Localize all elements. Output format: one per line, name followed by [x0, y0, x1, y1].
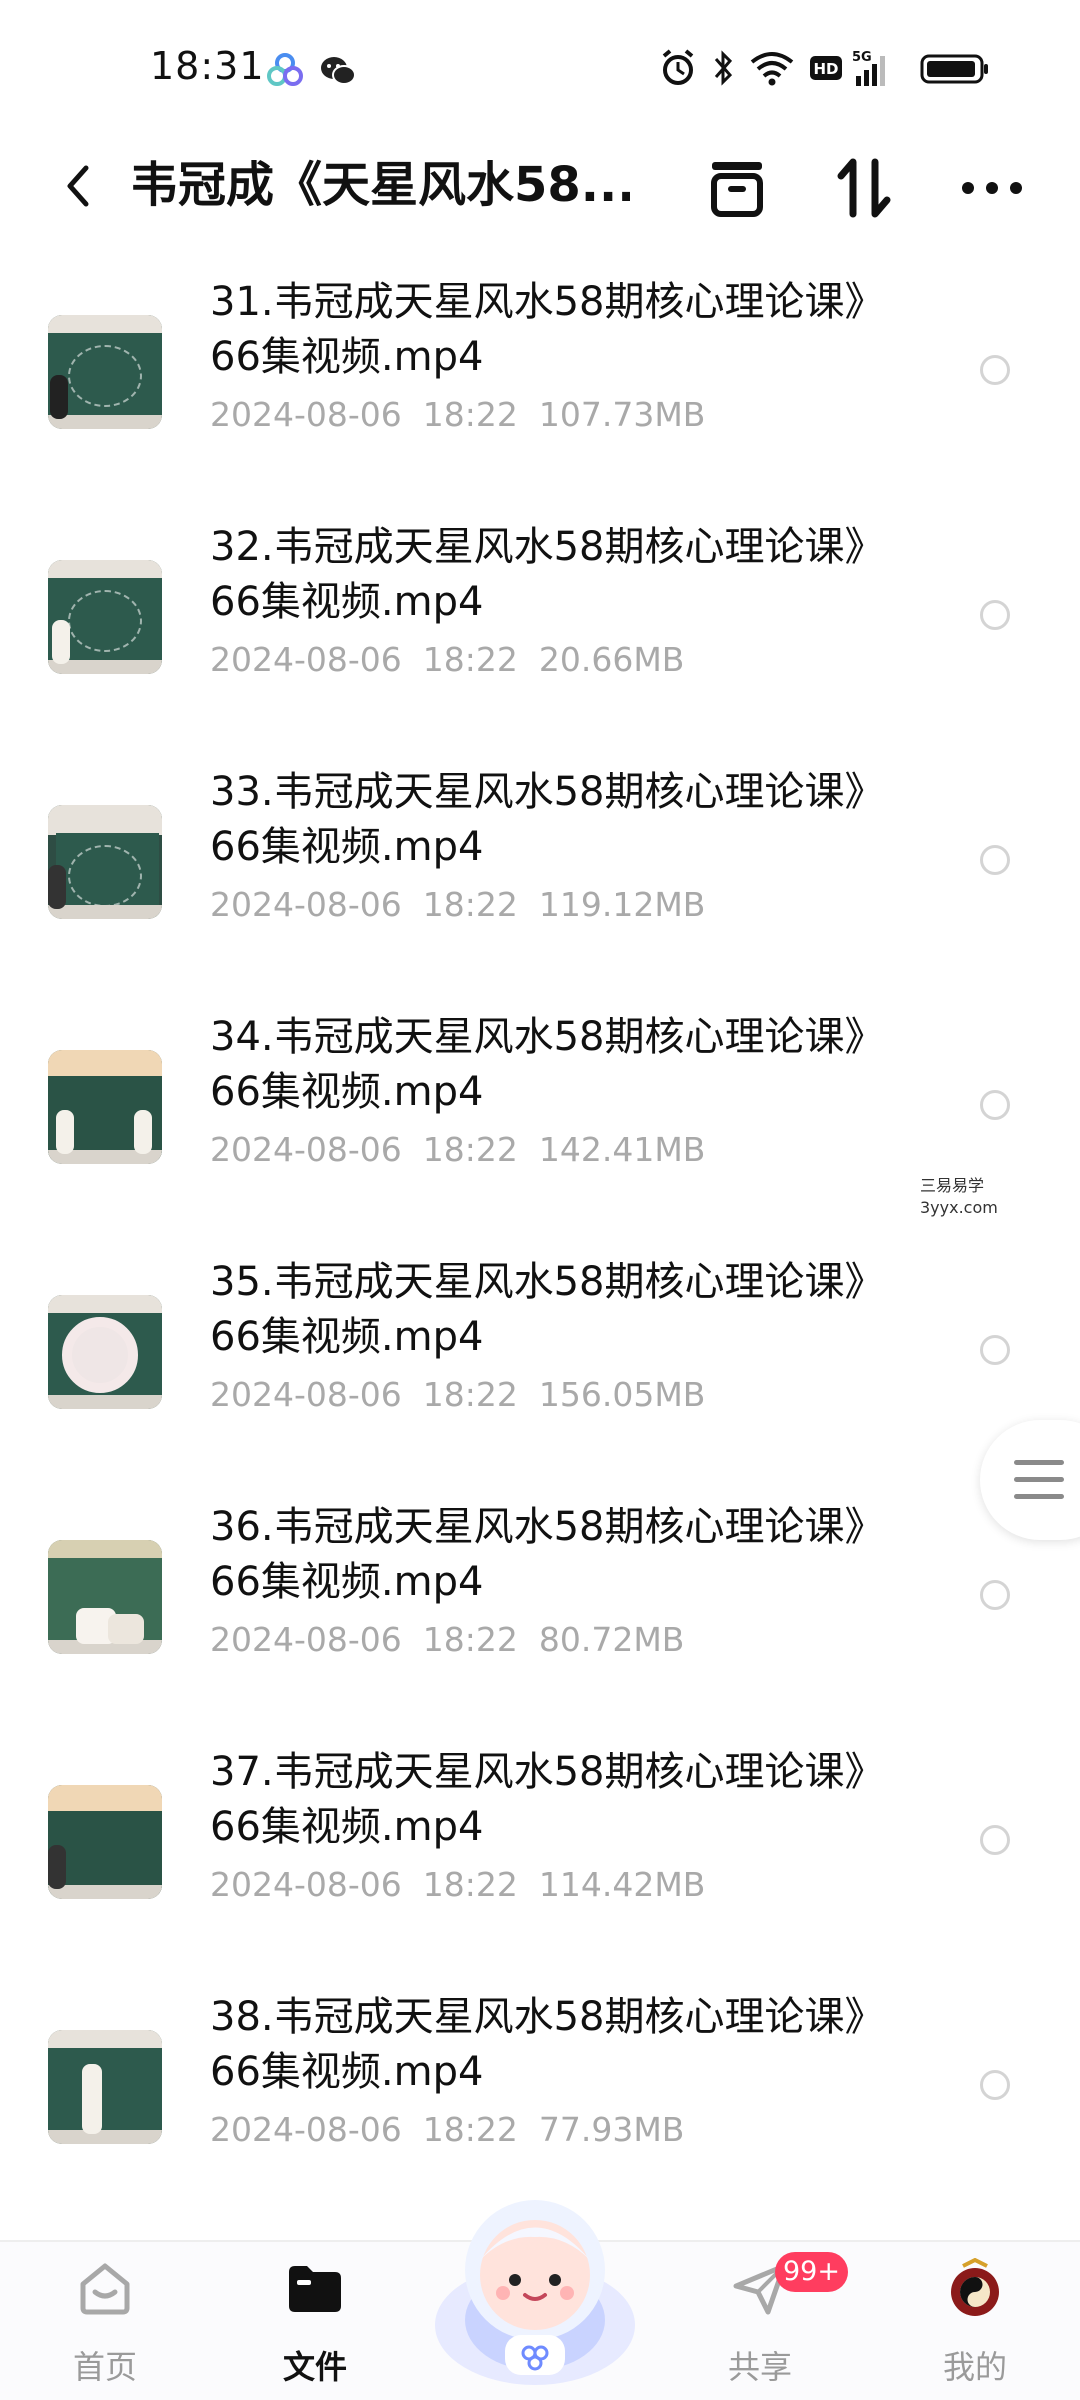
- more-icon[interactable]: [952, 148, 1032, 228]
- list-item[interactable]: 33.韦冠成天星风水58期核心理论课》66集视频.mp4 2024-08-06 …: [0, 745, 1080, 990]
- mascot-icon[interactable]: [425, 2175, 645, 2395]
- video-thumbnail: [48, 805, 162, 919]
- nav-files[interactable]: 文件: [235, 2242, 395, 2400]
- file-name: 33.韦冠成天星风水58期核心理论课》66集视频.mp4: [210, 769, 885, 870]
- select-radio[interactable]: [980, 1090, 1010, 1120]
- alarm-icon: [662, 49, 694, 85]
- bluetooth-icon: [714, 50, 733, 86]
- wechat-icon: [321, 57, 356, 85]
- nav-label: 文件: [282, 2348, 347, 2386]
- folder-icon: [289, 2266, 341, 2312]
- file-name: 36.韦冠成天星风水58期核心理论课》66集视频.mp4: [210, 1504, 885, 1605]
- svg-text:5G: 5G: [852, 50, 872, 65]
- file-meta: 2024-08-06 18:22 114.42MB: [210, 1865, 706, 1904]
- page-title: 韦冠成《天星风水58...: [130, 157, 630, 213]
- header: 韦冠成《天星风水58...: [0, 130, 1080, 250]
- file-meta: 2024-08-06 18:22 119.12MB: [210, 885, 706, 924]
- video-thumbnail: [48, 1540, 162, 1654]
- file-meta: 2024-08-06 18:22 77.93MB: [210, 2110, 685, 2149]
- svg-text:HD: HD: [813, 60, 838, 78]
- avatar-icon: [951, 2258, 999, 2316]
- file-name: 38.韦冠成天星风水58期核心理论课》66集视频.mp4: [210, 1994, 885, 2095]
- select-radio[interactable]: [980, 1335, 1010, 1365]
- nav-share[interactable]: 99+ 共享: [680, 2242, 848, 2400]
- select-radio[interactable]: [980, 355, 1010, 385]
- wifi-icon: [750, 52, 794, 86]
- file-list-screen: 18:31 HD 5G 韦冠成《天星风水58... 31.韦冠成天星风水58期核…: [0, 0, 1080, 2400]
- file-name: 31.韦冠成天星风水58期核心理论课》66集视频.mp4: [210, 279, 885, 380]
- status-time: 18:31: [150, 44, 265, 88]
- nav-profile[interactable]: 我的: [895, 2242, 1055, 2400]
- home-icon: [80, 2263, 130, 2315]
- select-radio[interactable]: [980, 845, 1010, 875]
- video-thumbnail: [48, 1785, 162, 1899]
- file-meta: 2024-08-06 18:22 107.73MB: [210, 395, 706, 434]
- video-thumbnail: [48, 315, 162, 429]
- back-icon[interactable]: [50, 156, 110, 216]
- signal-icon: 5G: [852, 50, 885, 86]
- file-list: 31.韦冠成天星风水58期核心理论课》66集视频.mp4 2024-08-06 …: [0, 255, 1080, 2215]
- battery-icon: [920, 54, 988, 84]
- select-radio[interactable]: [980, 2070, 1010, 2100]
- list-item[interactable]: 35.韦冠成天星风水58期核心理论课》66集视频.mp4 2024-08-06 …: [0, 1235, 1080, 1480]
- video-thumbnail: [48, 1050, 162, 1164]
- list-item[interactable]: 36.韦冠成天星风水58期核心理论课》66集视频.mp4 2024-08-06 …: [0, 1480, 1080, 1725]
- nav-home[interactable]: 首页: [25, 2242, 185, 2400]
- file-name: 35.韦冠成天星风水58期核心理论课》66集视频.mp4: [210, 1259, 885, 1360]
- file-name: 32.韦冠成天星风水58期核心理论课》66集视频.mp4: [210, 524, 885, 625]
- video-thumbnail: [48, 1295, 162, 1409]
- watermark: 三易易学 3yyx.com: [920, 1176, 998, 1217]
- file-meta: 2024-08-06 18:22 156.05MB: [210, 1375, 706, 1414]
- select-radio[interactable]: [980, 1580, 1010, 1610]
- video-thumbnail: [48, 560, 162, 674]
- notification-badge: 99+: [775, 2252, 848, 2292]
- file-name: 37.韦冠成天星风水58期核心理论课》66集视频.mp4: [210, 1749, 885, 1850]
- nav-label: 首页: [72, 2348, 137, 2386]
- select-radio[interactable]: [980, 1825, 1010, 1855]
- file-meta: 2024-08-06 18:22 80.72MB: [210, 1620, 685, 1659]
- list-item[interactable]: 32.韦冠成天星风水58期核心理论课》66集视频.mp4 2024-08-06 …: [0, 500, 1080, 745]
- list-item[interactable]: 37.韦冠成天星风水58期核心理论课》66集视频.mp4 2024-08-06 …: [0, 1725, 1080, 1970]
- hd-icon: HD: [810, 56, 842, 80]
- list-item[interactable]: 34.韦冠成天星风水58期核心理论课》66集视频.mp4 2024-08-06 …: [0, 990, 1080, 1235]
- nav-label: 我的: [942, 2348, 1007, 2386]
- baidu-netdisk-icon: [267, 53, 303, 86]
- list-item[interactable]: 31.韦冠成天星风水58期核心理论课》66集视频.mp4 2024-08-06 …: [0, 255, 1080, 500]
- video-thumbnail: [48, 2030, 162, 2144]
- select-radio[interactable]: [980, 600, 1010, 630]
- file-meta: 2024-08-06 18:22 142.41MB: [210, 1130, 706, 1169]
- file-name: 34.韦冠成天星风水58期核心理论课》66集视频.mp4: [210, 1014, 885, 1115]
- tray-icon[interactable]: [698, 148, 778, 228]
- status-bar: 18:31 HD 5G: [0, 0, 1080, 130]
- nav-label: 共享: [727, 2348, 792, 2386]
- file-meta: 2024-08-06 18:22 20.66MB: [210, 640, 685, 679]
- sort-icon[interactable]: [825, 148, 905, 228]
